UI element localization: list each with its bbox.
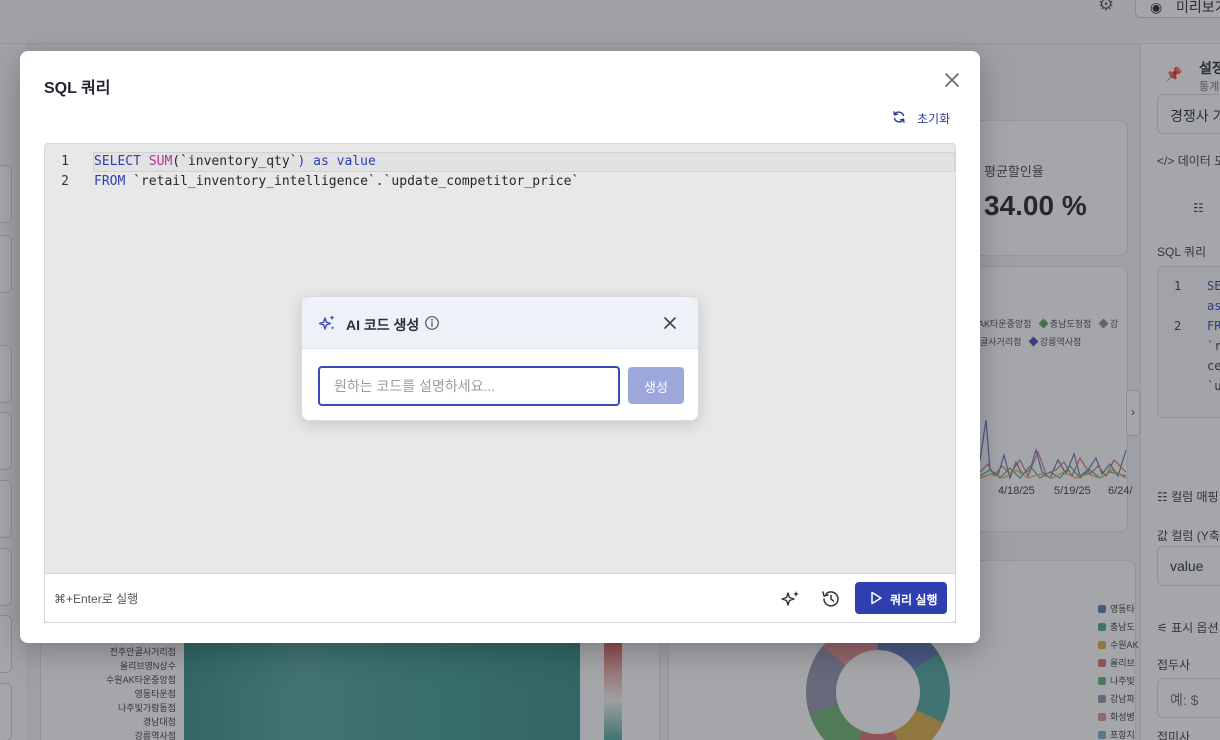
- line-number: 1: [61, 154, 69, 169]
- code-token: (`inventory_qty`: [172, 154, 298, 169]
- code-token: SELECT: [94, 154, 149, 169]
- modal-title: SQL 쿼리: [44, 80, 111, 97]
- run-query-button[interactable]: 쿼리 실행: [855, 582, 947, 614]
- editor-footer: ⌘+Enter로 실행 쿼리 실행: [44, 573, 956, 623]
- code-token: SUM: [148, 154, 173, 169]
- reset-button[interactable]: 초기화: [888, 107, 970, 129]
- run-query-label: 쿼리 실행: [890, 593, 938, 607]
- reset-label: 초기화: [917, 112, 951, 126]
- ai-popover-title: AI 코드 생성: [346, 317, 420, 333]
- code-line[interactable]: FROM `retail_inventory_intelligence`.`up…: [94, 174, 579, 189]
- run-shortcut-hint: ⌘+Enter로 실행: [54, 592, 139, 606]
- history-icon[interactable]: [819, 587, 843, 611]
- ai-popover-header: AI 코드 생성: [302, 297, 698, 349]
- close-icon[interactable]: [661, 314, 679, 332]
- play-icon: [871, 591, 882, 605]
- info-icon[interactable]: [424, 315, 440, 331]
- generate-button[interactable]: 생성: [628, 367, 684, 404]
- code-token: ) as value: [297, 154, 376, 169]
- code-token: `retail_inventory_intelligence`.`update_…: [133, 174, 580, 189]
- close-icon[interactable]: [941, 69, 963, 91]
- line-number: 2: [61, 174, 69, 189]
- ai-prompt-input[interactable]: [318, 366, 620, 406]
- refresh-icon: [893, 111, 905, 123]
- ai-code-generation-popover: AI 코드 생성 생성: [301, 296, 699, 421]
- code-token: FROM: [94, 174, 134, 189]
- sparkle-icon: [318, 315, 335, 330]
- code-line[interactable]: SELECT SUM(`inventory_qty`) as value: [94, 154, 376, 169]
- ai-sparkle-icon[interactable]: [779, 587, 803, 611]
